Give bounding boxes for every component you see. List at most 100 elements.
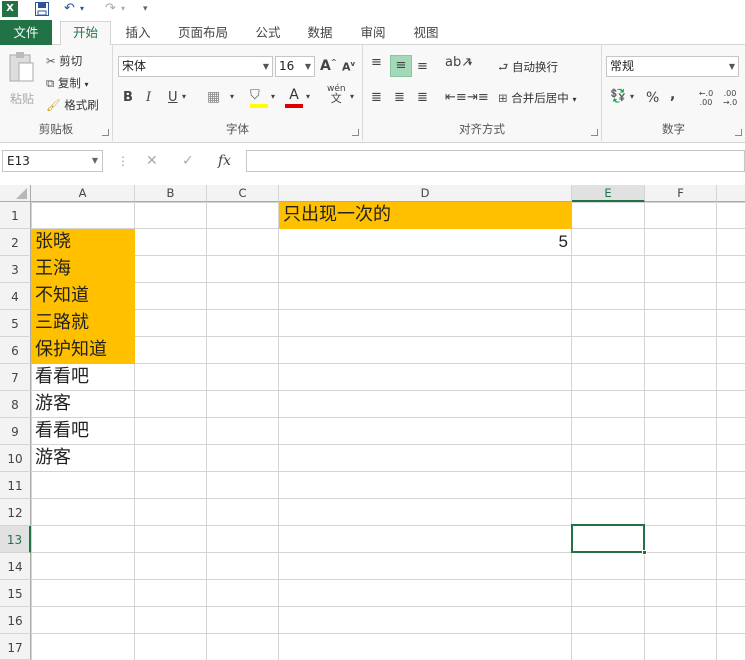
cell-a10[interactable]: 游客 <box>31 445 135 472</box>
accounting-dropdown-icon[interactable]: ▾ <box>630 92 634 101</box>
tab-page-layout[interactable]: 页面布局 <box>170 22 236 45</box>
phonetic-guide-icon[interactable]: wén 文 <box>327 85 346 105</box>
column-header-e[interactable]: E <box>572 185 645 202</box>
number-format-select[interactable]: 常规 ▼ <box>606 56 739 77</box>
row-header-4[interactable]: 4 <box>0 283 31 310</box>
comma-style-button[interactable]: , <box>670 87 675 103</box>
row-header-8[interactable]: 8 <box>0 391 31 418</box>
alignment-launcher-icon[interactable] <box>591 129 598 136</box>
font-launcher-icon[interactable] <box>352 129 359 136</box>
tab-file[interactable]: 文件 <box>0 20 52 45</box>
borders-icon[interactable]: ▦ <box>207 89 220 105</box>
row-header-5[interactable]: 5 <box>0 310 31 337</box>
wrap-text-button[interactable]: ⮐ 自动换行 <box>498 59 558 79</box>
row-header-17[interactable]: 17 <box>0 634 31 660</box>
cell-a2[interactable]: 张晓 <box>31 229 135 256</box>
tab-home[interactable]: 开始 <box>60 21 111 46</box>
tab-view[interactable]: 视图 <box>404 22 448 45</box>
underline-dropdown-icon[interactable]: ▾ <box>182 92 186 101</box>
merge-center-button[interactable]: ⊞ 合并后居中 ▾ <box>498 90 576 106</box>
number-launcher-icon[interactable] <box>735 129 742 136</box>
save-icon[interactable] <box>34 0 50 18</box>
row-header-13[interactable]: 13 <box>0 526 31 553</box>
undo-dropdown-icon[interactable]: ▾ <box>80 0 84 18</box>
row-header-16[interactable]: 16 <box>0 607 31 634</box>
cell-a3[interactable]: 王海 <box>31 256 135 283</box>
cell-d1[interactable]: 只出现一次的 <box>279 202 572 229</box>
align-middle-icon[interactable]: ≡ <box>390 55 412 77</box>
phonetic-dropdown-icon[interactable]: ▾ <box>350 92 354 101</box>
underline-button[interactable]: U <box>168 90 178 105</box>
row-header-2[interactable]: 2 <box>0 229 31 256</box>
grow-font-icon[interactable]: A^ <box>320 58 337 74</box>
row-header-7[interactable]: 7 <box>0 364 31 391</box>
clipboard-launcher-icon[interactable] <box>102 129 109 136</box>
decrease-decimal-icon[interactable]: .00 →.0 <box>720 89 740 107</box>
increase-decimal-icon[interactable]: ←.0.00 <box>696 89 716 107</box>
align-top-icon[interactable]: ≡ <box>371 55 382 70</box>
row-header-14[interactable]: 14 <box>0 553 31 580</box>
accounting-format-icon[interactable]: 💱 <box>610 89 626 104</box>
row-header-15[interactable]: 15 <box>0 580 31 607</box>
shrink-font-icon[interactable]: Av <box>342 60 355 74</box>
tab-formulas[interactable]: 公式 <box>246 22 290 45</box>
column-header-b[interactable]: B <box>135 185 207 202</box>
align-bottom-icon[interactable]: ≡ <box>417 59 428 74</box>
cell-a4[interactable]: 不知道 <box>31 283 135 310</box>
font-color-icon[interactable]: A <box>285 87 303 108</box>
fill-handle[interactable] <box>642 550 647 555</box>
row-header-12[interactable]: 12 <box>0 499 31 526</box>
format-painter-button[interactable]: 🖌 格式刷 <box>46 97 99 113</box>
cell-a6[interactable]: 保护知道 <box>31 337 135 364</box>
paste-button[interactable]: 粘贴 <box>7 51 37 111</box>
enter-icon[interactable]: ✓ <box>182 150 194 172</box>
fill-color-icon[interactable]: ⛉ <box>250 88 268 108</box>
increase-indent-icon[interactable]: ⇥≡ <box>467 90 489 105</box>
tab-review[interactable]: 审阅 <box>351 22 395 45</box>
select-all-corner[interactable] <box>0 185 31 202</box>
cut-button[interactable]: ✂ 剪切 <box>46 53 82 69</box>
cancel-icon[interactable]: ✕ <box>146 150 158 172</box>
name-box[interactable]: E13 ▼ <box>2 150 103 172</box>
borders-dropdown-icon[interactable]: ▾ <box>230 92 234 101</box>
font-name-select[interactable]: 宋体 ▼ <box>118 56 273 77</box>
formula-input[interactable] <box>246 150 745 172</box>
row-header-10[interactable]: 10 <box>0 445 31 472</box>
column-header-c[interactable]: C <box>207 185 279 202</box>
row-header-11[interactable]: 11 <box>0 472 31 499</box>
cell-a8[interactable]: 游客 <box>31 391 135 418</box>
column-header-d[interactable]: D <box>279 185 572 202</box>
cell-a5[interactable]: 三路就 <box>31 310 135 337</box>
italic-button[interactable]: I <box>146 90 151 105</box>
undo-icon[interactable]: ↶ <box>64 0 75 18</box>
orientation-dropdown-icon[interactable]: ▾ <box>468 59 472 68</box>
column-header-g[interactable] <box>717 185 745 202</box>
font-size-select[interactable]: 16 ▼ <box>275 56 315 77</box>
percent-style-button[interactable]: % <box>646 90 659 106</box>
cell-a9[interactable]: 看看吧 <box>31 418 135 445</box>
copy-button[interactable]: ⧉ 复制 ▾ <box>46 75 89 91</box>
redo-icon[interactable]: ↷ <box>105 0 116 18</box>
insert-function-icon[interactable]: fx <box>218 150 231 172</box>
align-center-icon[interactable]: ≣ <box>394 90 405 105</box>
fill-color-dropdown-icon[interactable]: ▾ <box>271 92 275 101</box>
column-header-a[interactable]: A <box>31 185 135 202</box>
decrease-indent-icon[interactable]: ⇤≡ <box>445 90 467 105</box>
cell-d2[interactable]: 5 <box>279 229 572 256</box>
customize-qat-icon[interactable]: ▾ <box>143 0 148 18</box>
redo-dropdown-icon[interactable]: ▾ <box>121 0 125 18</box>
align-left-icon[interactable]: ≣ <box>371 90 382 105</box>
align-right-icon[interactable]: ≣ <box>417 90 428 105</box>
bold-button[interactable]: B <box>123 90 133 105</box>
cell-a7[interactable]: 看看吧 <box>31 364 135 391</box>
copy-dropdown-icon[interactable]: ▾ <box>85 80 89 89</box>
tab-insert[interactable]: 插入 <box>116 22 160 45</box>
merge-dropdown-icon[interactable]: ▾ <box>572 95 576 104</box>
tab-data[interactable]: 数据 <box>298 22 342 45</box>
font-color-dropdown-icon[interactable]: ▾ <box>306 92 310 101</box>
row-header-1[interactable]: 1 <box>0 202 31 229</box>
row-header-9[interactable]: 9 <box>0 418 31 445</box>
row-header-3[interactable]: 3 <box>0 256 31 283</box>
column-header-f[interactable]: F <box>645 185 717 202</box>
selected-cell-e13[interactable] <box>571 524 647 555</box>
